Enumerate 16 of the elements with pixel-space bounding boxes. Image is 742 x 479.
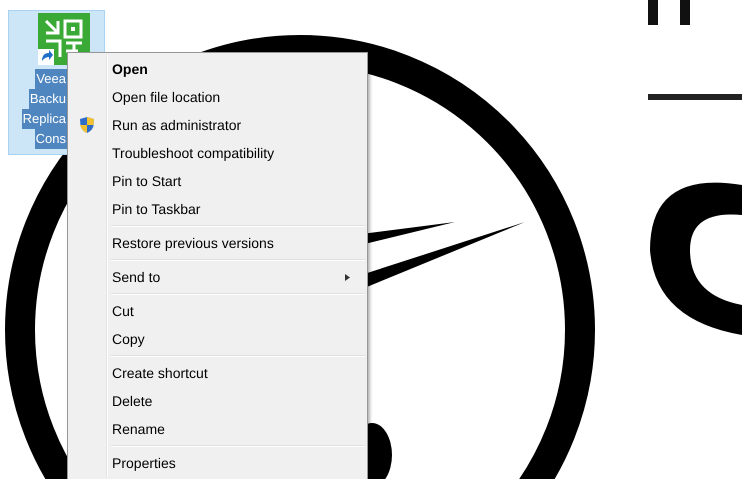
menu-item[interactable]: Restore previous versions: [70, 229, 365, 257]
menu-item[interactable]: Cut: [70, 297, 365, 325]
menu-item[interactable]: Pin to Start: [70, 167, 365, 195]
shield-icon: [79, 116, 95, 134]
icon-label: Replica: [22, 109, 67, 129]
menu-item[interactable]: Copy: [70, 325, 365, 353]
submenu-arrow-icon: [345, 274, 350, 281]
menu-item[interactable]: Send to: [70, 263, 365, 291]
menu-item[interactable]: Create shortcut: [70, 359, 365, 387]
menu-item[interactable]: Pin to Taskbar: [70, 195, 365, 223]
menu-item[interactable]: Rename: [70, 415, 365, 443]
menu-item[interactable]: Delete: [70, 387, 365, 415]
icon-label: Veea: [35, 69, 67, 89]
icon-label: Backu: [28, 89, 67, 109]
icon-label: Cons: [34, 129, 67, 149]
menu-item[interactable]: Properties: [70, 449, 365, 477]
